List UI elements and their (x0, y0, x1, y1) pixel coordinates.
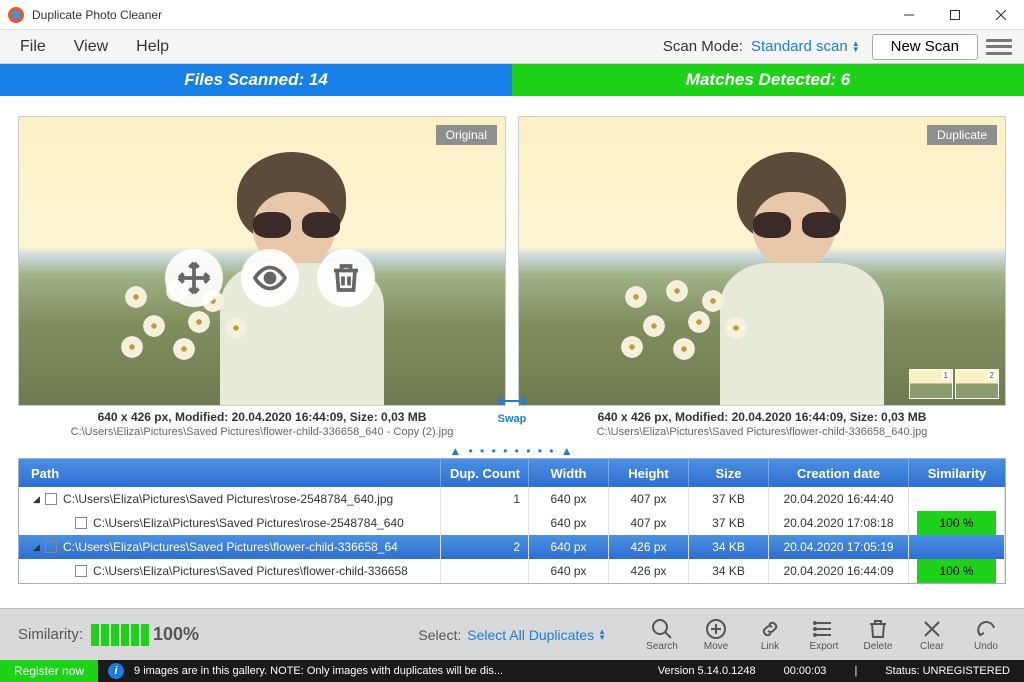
new-scan-button[interactable]: New Scan (872, 34, 978, 60)
select-dropdown[interactable]: Select All Duplicates (467, 627, 594, 643)
col-dup-count[interactable]: Dup. Count (441, 459, 529, 487)
link-button[interactable]: Link (750, 617, 790, 652)
duplicate-badge: Duplicate (927, 125, 997, 145)
app-icon (8, 7, 24, 23)
chevron-updown-icon[interactable]: ▲▼ (852, 41, 860, 53)
chevron-updown-icon[interactable]: ▲▼ (598, 629, 606, 641)
select-label: Select: (418, 627, 461, 643)
preview-area: Original 640 x 426 px, Modified: 20.04.2… (0, 96, 1024, 442)
table-row[interactable]: C:\Users\Eliza\Pictures\Saved Pictures\r… (19, 511, 1005, 535)
similarity-percent: 100% (153, 624, 199, 645)
table-row[interactable]: C:\Users\Eliza\Pictures\Saved Pictures\f… (19, 559, 1005, 583)
similarity-label: Similarity: (18, 626, 83, 643)
search-button[interactable]: Search (642, 617, 682, 652)
registration-status: Status: UNREGISTERED (885, 665, 1010, 677)
table-row[interactable]: ◢C:\Users\Eliza\Pictures\Saved Pictures\… (19, 535, 1005, 559)
menu-file[interactable]: File (6, 32, 60, 62)
table-header: Path Dup. Count Width Height Size Creati… (19, 459, 1005, 487)
status-bar: Register now i 9 images are in this gall… (0, 660, 1024, 682)
col-path[interactable]: Path (19, 459, 441, 487)
menu-help[interactable]: Help (122, 32, 183, 62)
menu-view[interactable]: View (60, 32, 122, 62)
trash-icon[interactable] (317, 249, 375, 307)
eye-icon[interactable] (241, 249, 299, 307)
image-tools (165, 249, 375, 307)
similarity-bars (91, 624, 149, 646)
stats-bar: Files Scanned: 14 Matches Detected: 6 (0, 64, 1024, 96)
scanmode-dropdown[interactable]: Standard scan (751, 38, 848, 55)
undo-button[interactable]: Undo (966, 617, 1006, 652)
original-badge: Original (436, 125, 497, 145)
results-table: Path Dup. Count Width Height Size Creati… (18, 458, 1006, 584)
col-width[interactable]: Width (529, 459, 609, 487)
version-label: Version 5.14.0.1248 (658, 665, 756, 677)
swap-button[interactable]: Swap (495, 394, 529, 425)
maximize-button[interactable] (932, 0, 978, 30)
scanmode-label: Scan Mode: (663, 38, 743, 55)
export-button[interactable]: Export (804, 617, 844, 652)
col-height[interactable]: Height (609, 459, 689, 487)
row-checkbox[interactable] (75, 565, 87, 577)
titlebar: Duplicate Photo Cleaner (0, 0, 1024, 30)
window-title: Duplicate Photo Cleaner (32, 8, 886, 22)
preview-duplicate: Duplicate 1 2 640 x 426 px, Modified: 20… (518, 116, 1006, 438)
duplicate-meta: 640 x 426 px, Modified: 20.04.2020 16:44… (518, 410, 1006, 424)
duplicate-image[interactable]: Duplicate 1 2 (518, 116, 1006, 406)
clear-button[interactable]: Clear (912, 617, 952, 652)
col-size[interactable]: Size (689, 459, 769, 487)
delete-button[interactable]: Delete (858, 617, 898, 652)
row-checkbox[interactable] (45, 541, 57, 553)
menubar: File View Help Scan Mode: Standard scan … (0, 30, 1024, 64)
col-creation-date[interactable]: Creation date (769, 459, 909, 487)
thumbnail-2[interactable]: 2 (955, 369, 999, 399)
close-button[interactable] (978, 0, 1024, 30)
status-message: 9 images are in this gallery. NOTE: Only… (134, 665, 503, 677)
original-meta: 640 x 426 px, Modified: 20.04.2020 16:44… (18, 410, 506, 424)
action-tools: Search Move Link Export Delete Clear Und… (642, 617, 1006, 652)
matches-detected-label: Matches Detected: 6 (512, 64, 1024, 96)
col-similarity[interactable]: Similarity (909, 459, 1005, 487)
original-image[interactable]: Original (18, 116, 506, 406)
files-scanned-label: Files Scanned: 14 (0, 64, 512, 96)
minimize-button[interactable] (886, 0, 932, 30)
move-icon[interactable] (165, 249, 223, 307)
duplicate-thumbnails: 1 2 (909, 369, 999, 399)
table-row[interactable]: ◢C:\Users\Eliza\Pictures\Saved Pictures\… (19, 487, 1005, 511)
row-checkbox[interactable] (45, 493, 57, 505)
table-body: ◢C:\Users\Eliza\Pictures\Saved Pictures\… (19, 487, 1005, 583)
info-icon: i (108, 663, 124, 679)
move-button[interactable]: Move (696, 617, 736, 652)
duplicate-path: C:\Users\Eliza\Pictures\Saved Pictures\f… (518, 426, 1006, 438)
preview-original: Original 640 x 426 px, Modified: 20.04.2… (18, 116, 506, 438)
thumbnail-1[interactable]: 1 (909, 369, 953, 399)
register-now-button[interactable]: Register now (0, 660, 98, 682)
scan-time: 00:00:03 (784, 665, 827, 677)
row-checkbox[interactable] (75, 517, 87, 529)
splitter-handle[interactable] (0, 444, 1024, 458)
hamburger-icon[interactable] (986, 36, 1012, 58)
original-path: C:\Users\Eliza\Pictures\Saved Pictures\f… (18, 426, 506, 438)
bottom-toolbar: Similarity: 100% Select: Select All Dupl… (0, 608, 1024, 660)
swap-label: Swap (495, 413, 529, 425)
